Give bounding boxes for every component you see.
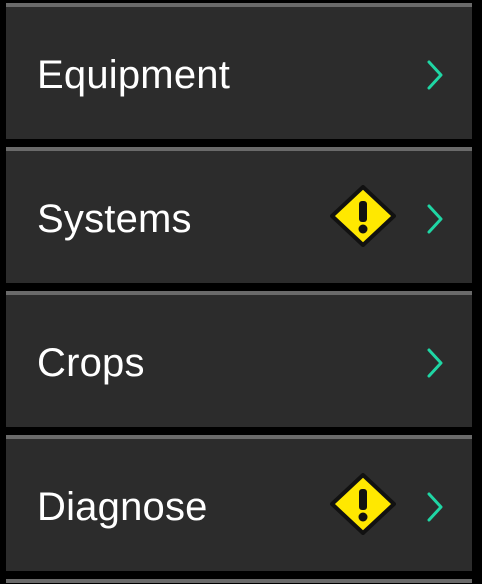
menu-item-systems[interactable]: Systems — [6, 147, 472, 283]
menu-item-label: Diagnose — [37, 485, 208, 529]
chevron-right-icon — [427, 348, 443, 378]
menu-item-label: Equipment — [37, 53, 231, 97]
menu-item-diagnose[interactable]: Diagnose — [6, 435, 472, 571]
chevron-right-icon — [427, 60, 443, 90]
menu-item-crops[interactable]: Crops — [6, 291, 472, 427]
warning-icon — [330, 185, 396, 247]
menu-item-label: Systems — [37, 197, 192, 241]
warning-icon — [330, 473, 396, 535]
chevron-right-icon — [427, 492, 443, 522]
menu-item-equipment[interactable]: Equipment — [6, 3, 472, 139]
chevron-right-icon — [427, 204, 443, 234]
next-item-top-edge — [6, 579, 472, 583]
menu-item-label: Crops — [37, 341, 145, 385]
